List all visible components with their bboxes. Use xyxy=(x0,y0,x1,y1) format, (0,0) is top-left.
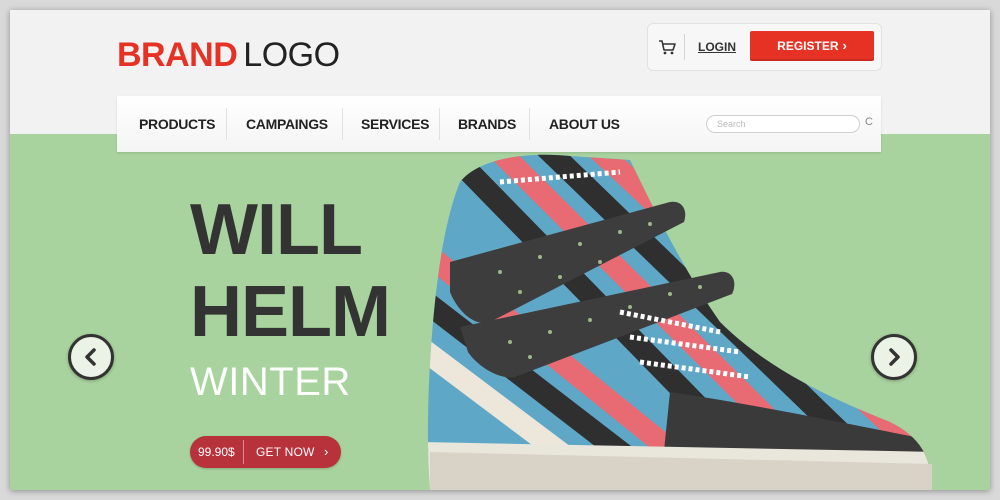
hero-subheadline: WINTER xyxy=(190,360,351,404)
slider-next-button[interactable] xyxy=(871,334,917,380)
hero-shoe-image xyxy=(427,154,932,490)
login-link[interactable]: LOGIN xyxy=(698,40,736,54)
logo-word-text: LOGO xyxy=(243,36,340,74)
nav-item-services[interactable]: SERVICES xyxy=(361,96,429,152)
search-icon[interactable]: C xyxy=(865,116,873,128)
nav-divider xyxy=(439,108,440,140)
hero-headline-line2: HELM xyxy=(190,272,391,352)
cta-label: GET NOW xyxy=(256,445,315,459)
cart-button[interactable] xyxy=(656,36,678,58)
nav-item-campaings[interactable]: CAMPAINGS xyxy=(246,96,328,152)
nav-item-about-us[interactable]: ABOUT US xyxy=(549,96,620,152)
slider-prev-button[interactable] xyxy=(68,334,114,380)
nav-item-brands[interactable]: BRANDS xyxy=(458,96,516,152)
account-divider xyxy=(684,34,685,60)
register-button[interactable]: REGISTER › xyxy=(750,31,874,61)
chevron-right-icon: › xyxy=(842,38,847,53)
chevron-left-icon xyxy=(85,348,96,366)
cart-icon xyxy=(659,40,676,55)
nav-divider xyxy=(529,108,530,140)
get-now-button[interactable]: 99.90$ GET NOW › xyxy=(190,436,341,468)
nav-item-products[interactable]: PRODUCTS xyxy=(139,96,215,152)
brand-logo[interactable]: BRAND LOGO xyxy=(117,36,340,75)
account-panel: LOGIN REGISTER › xyxy=(647,23,882,71)
page-frame: BRAND LOGO LOGIN REGISTER › PRODUCTS CAMPA… xyxy=(10,10,990,490)
main-nav: PRODUCTS CAMPAINGS SERVICES BRANDS ABOUT… xyxy=(117,96,881,152)
nav-divider xyxy=(342,108,343,140)
nav-divider xyxy=(226,108,227,140)
cta-divider xyxy=(243,440,244,464)
register-label: REGISTER xyxy=(777,39,839,53)
logo-brand-text: BRAND xyxy=(117,36,238,74)
price-tag: 99.90$ xyxy=(198,445,235,459)
chevron-right-icon xyxy=(889,348,900,366)
hero-headline-line1: WILL xyxy=(190,190,363,270)
chevron-right-icon: › xyxy=(324,444,329,459)
search-input[interactable] xyxy=(706,115,860,133)
